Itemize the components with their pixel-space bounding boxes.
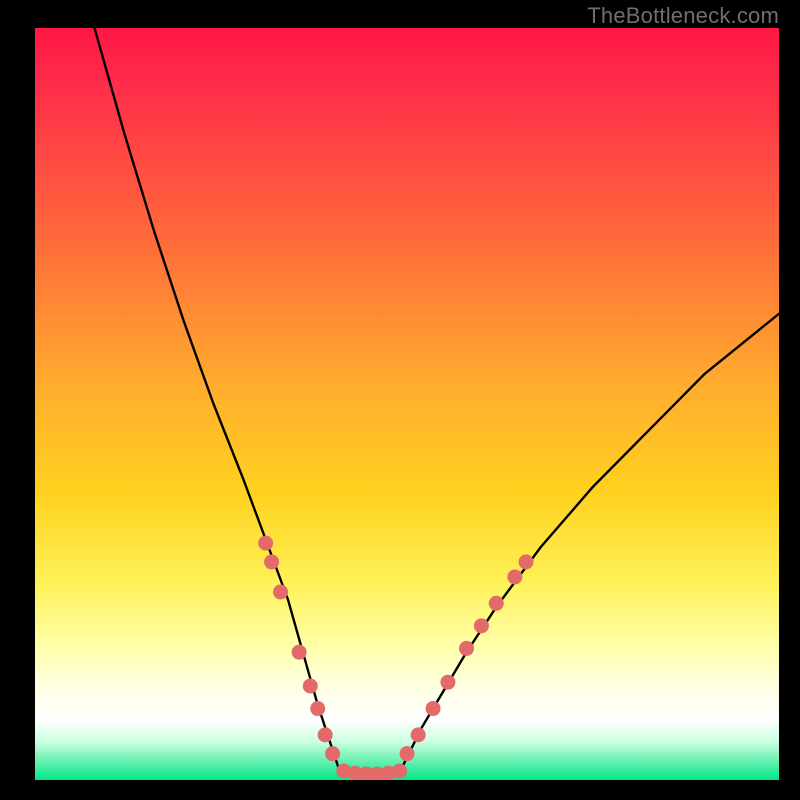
- plot-area: [35, 28, 779, 780]
- marker-dot-right: [507, 569, 522, 584]
- marker-dot-bottom: [392, 763, 407, 778]
- marker-dot-left: [258, 536, 273, 551]
- marker-dot-right: [426, 701, 441, 716]
- marker-dot-left: [303, 679, 318, 694]
- marker-dot-right: [474, 618, 489, 633]
- chart-svg: [35, 28, 779, 780]
- gradient-background: [35, 28, 779, 780]
- marker-dot-right: [400, 746, 415, 761]
- watermark-text: TheBottleneck.com: [587, 3, 779, 29]
- marker-dot-left: [273, 585, 288, 600]
- marker-dot-left: [292, 645, 307, 660]
- marker-dot-left: [318, 727, 333, 742]
- marker-dot-left: [325, 746, 340, 761]
- marker-dot-left: [264, 554, 279, 569]
- outer-frame: TheBottleneck.com: [0, 0, 800, 800]
- marker-dot-right: [519, 554, 534, 569]
- marker-dot-right: [411, 727, 426, 742]
- marker-dot-left: [310, 701, 325, 716]
- marker-dot-right: [489, 596, 504, 611]
- marker-dot-right: [440, 675, 455, 690]
- marker-dot-right: [459, 641, 474, 656]
